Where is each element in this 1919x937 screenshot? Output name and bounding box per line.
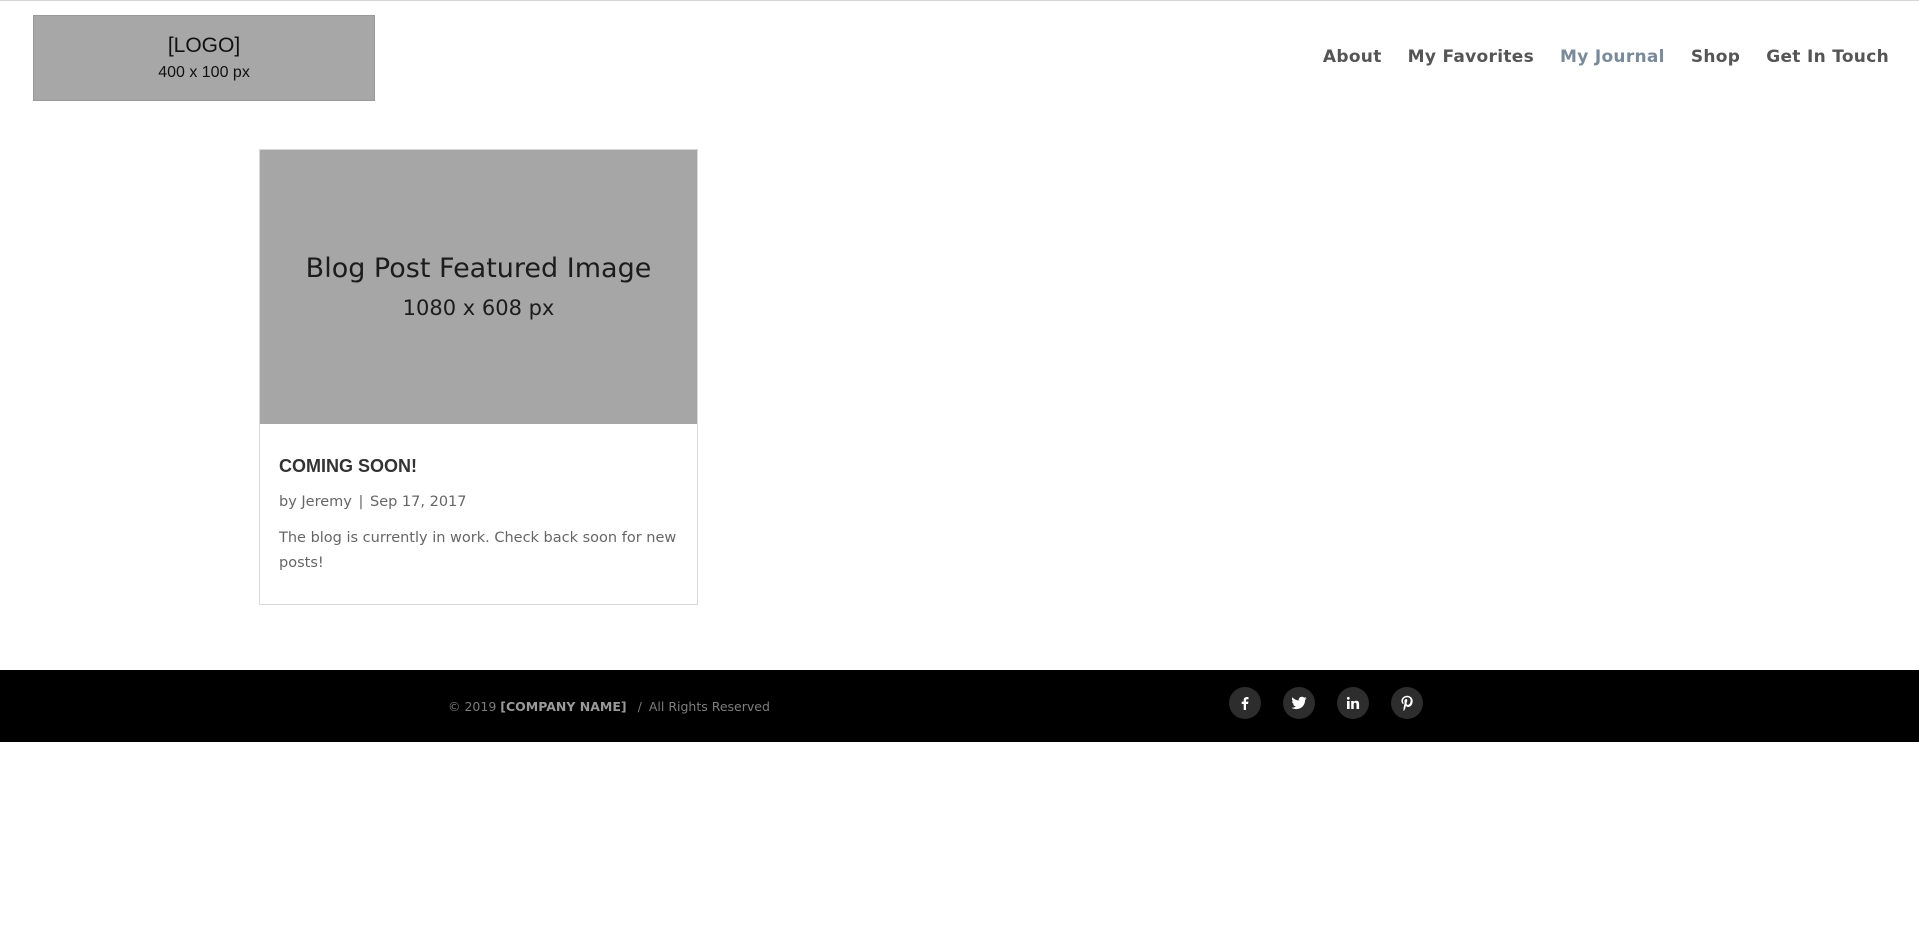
nav-my-favorites[interactable]: My Favorites (1408, 45, 1534, 69)
featured-image-label: Blog Post Featured Image (305, 253, 652, 284)
main-nav: About My Favorites My Journal Shop Get I… (1323, 45, 1889, 69)
twitter-link[interactable] (1283, 687, 1315, 719)
site-footer: © 2019 [COMPANY NAME] / All Rights Reser… (0, 670, 1919, 742)
copyright-prefix: © 2019 (448, 698, 497, 714)
post-body: COMING SOON! by Jeremy | Sep 17, 2017 Th… (260, 424, 697, 576)
post-title[interactable]: COMING SOON! (279, 454, 678, 478)
post-meta: by Jeremy | Sep 17, 2017 (279, 491, 678, 513)
post-date: Sep 17, 2017 (369, 494, 467, 510)
site-header: [LOGO] 400 x 100 px About My Favorites M… (0, 1, 1919, 113)
post-author-link[interactable]: Jeremy (301, 494, 351, 510)
linkedin-link[interactable] (1337, 687, 1369, 719)
facebook-link[interactable] (1229, 687, 1261, 719)
nav-my-journal[interactable]: My Journal (1560, 45, 1665, 69)
featured-image-size: 1080 x 608 px (402, 296, 555, 320)
post-excerpt: The blog is currently in work. Check bac… (279, 530, 677, 571)
facebook-icon (1241, 697, 1249, 710)
nav-shop[interactable]: Shop (1691, 45, 1740, 69)
pinterest-icon (1401, 695, 1413, 711)
nav-get-in-touch[interactable]: Get In Touch (1766, 45, 1889, 69)
blog-post-card: Blog Post Featured Image 1080 x 608 px C… (259, 149, 698, 605)
featured-image[interactable]: Blog Post Featured Image 1080 x 608 px (260, 150, 697, 424)
pinterest-link[interactable] (1391, 687, 1423, 719)
site-logo[interactable]: [LOGO] 400 x 100 px (33, 15, 375, 101)
nav-about[interactable]: About (1323, 45, 1382, 69)
post-meta-by: by (279, 494, 297, 510)
social-links (1229, 687, 1423, 719)
linkedin-icon (1346, 696, 1360, 709)
logo-text: [LOGO] (167, 33, 241, 57)
rights-text: All Rights Reserved (648, 698, 770, 714)
footer-copyright: © 2019 [COMPANY NAME] / All Rights Reser… (448, 670, 770, 742)
copyright-slash: / (637, 698, 642, 714)
company-name: [COMPANY NAME] (500, 698, 627, 714)
post-meta-separator: | (358, 494, 364, 510)
logo-size-text: 400 x 100 px (158, 63, 250, 81)
twitter-icon (1291, 696, 1307, 710)
